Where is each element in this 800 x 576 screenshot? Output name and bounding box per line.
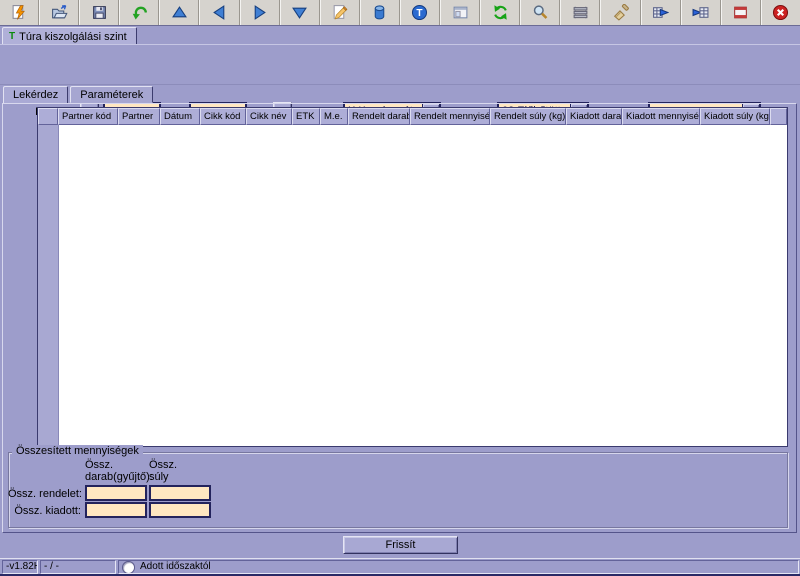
arrow-into-grid-icon [692, 4, 709, 21]
application-window: T T Túra kiszolgálási szint Időszak: < -… [0, 0, 800, 576]
blue-sphere-t-icon: T [411, 4, 428, 21]
arrow-down-icon [291, 4, 308, 21]
database-button[interactable] [360, 0, 400, 25]
filter-panel: Időszak: < - tól - ig > Telephely K Kecs… [0, 44, 800, 85]
edit-button[interactable] [320, 0, 360, 25]
sum-rendelet-darab-field[interactable] [85, 485, 147, 501]
lightning-document-icon [11, 4, 28, 21]
tab-lekerdez[interactable]: Lekérdez [3, 86, 68, 104]
execute-button[interactable] [0, 0, 39, 25]
next-record-button[interactable] [240, 0, 280, 25]
arrow-left-icon [211, 4, 228, 21]
sum-col1-header-2: darab(gyűjtő): [85, 471, 153, 483]
svg-text:T: T [417, 8, 424, 19]
version-panel: -v1.82H [2, 560, 38, 574]
inner-tab-strip: Lekérdez Paraméterek [3, 86, 153, 104]
floppy-disk-icon [91, 4, 108, 21]
grid-rows-button[interactable] [560, 0, 600, 25]
tura-info-button[interactable]: T [400, 0, 440, 25]
dustpan-icon [612, 4, 629, 21]
cleanup-button[interactable] [600, 0, 640, 25]
adott-idoszaktol-label: Adott időszaktól [140, 561, 211, 573]
green-t-icon: T [9, 32, 15, 42]
prior-record-button[interactable] [199, 0, 239, 25]
green-undo-arrow-icon [131, 4, 148, 21]
first-record-button[interactable] [159, 0, 199, 25]
refresh-data-button[interactable] [480, 0, 520, 25]
database-cylinder-icon [371, 4, 388, 21]
grid-header: Partner kódPartnerDátumCikk kódCikk névE… [38, 108, 787, 125]
adott-idoszaktol-radio[interactable] [122, 561, 135, 574]
column-header-11[interactable]: Kiadott darab [566, 108, 622, 125]
save-button[interactable] [79, 0, 119, 25]
tab-parameterek[interactable]: Paraméterek [70, 86, 153, 103]
grid-header-filler [770, 108, 787, 125]
main-tab-strip: T Túra kiszolgálási szint [0, 26, 800, 44]
column-header-9[interactable]: Rendelt mennyiség [410, 108, 490, 125]
rows-icon [572, 4, 589, 21]
sum-kiadott-suly-field[interactable] [149, 502, 211, 518]
column-header-7[interactable]: M.e. [320, 108, 348, 125]
open-button[interactable] [39, 0, 79, 25]
sum-rendelet-suly-field[interactable] [149, 485, 211, 501]
last-record-button[interactable] [280, 0, 320, 25]
undo-button[interactable] [119, 0, 159, 25]
data-grid[interactable]: Partner kódPartnerDátumCikk kódCikk névE… [37, 107, 788, 447]
pencil-icon [331, 4, 348, 21]
arrow-right-icon [251, 4, 268, 21]
main-tab-label: Túra kiszolgálási szint [19, 31, 127, 43]
refresh-arrows-icon [492, 4, 509, 21]
window-layout-button[interactable] [721, 0, 761, 25]
frissit-button[interactable]: Frissít [343, 536, 458, 554]
record-counter-panel: - / - [40, 560, 116, 574]
sum-col1-header-1: Össz. [85, 459, 113, 471]
sum-col2-header-1: Össz. [149, 459, 177, 471]
sum-rendelet-label: Össz. rendelet: [8, 488, 81, 500]
import-grid-button[interactable] [681, 0, 721, 25]
column-header-1[interactable]: Partner kód [58, 108, 118, 125]
open-folder-icon [51, 4, 68, 21]
tab-tura-kiszolgalasi-szint[interactable]: T Túra kiszolgálási szint [2, 27, 137, 45]
search-button[interactable] [520, 0, 560, 25]
sum-kiadott-label: Össz. kiadott: [8, 505, 81, 517]
red-window-icon [732, 4, 749, 21]
column-header-10[interactable]: Rendelt súly (kg) [490, 108, 566, 125]
form-view-button[interactable] [440, 0, 480, 25]
column-header-3[interactable]: Dátum [160, 108, 200, 125]
column-header-12[interactable]: Kiadott mennyiség [622, 108, 700, 125]
column-header-indicator[interactable] [38, 108, 58, 125]
window-icon [452, 4, 469, 21]
sum-kiadott-darab-field[interactable] [85, 502, 147, 518]
red-close-icon [772, 4, 789, 21]
exit-button[interactable] [761, 0, 800, 25]
column-header-13[interactable]: Kiadott súly (kg) [700, 108, 770, 125]
magnifier-icon [532, 4, 549, 21]
column-header-5[interactable]: Cikk név [246, 108, 292, 125]
grid-indicator-column [38, 125, 59, 446]
column-header-4[interactable]: Cikk kód [200, 108, 246, 125]
column-header-8[interactable]: Rendelt darab [348, 108, 410, 125]
sum-col2-header-2: súly [149, 471, 169, 483]
grid-arrow-out-icon [652, 4, 669, 21]
summary-groupbox-title: Összesített mennyiségek [12, 445, 143, 457]
toolbar: T [0, 0, 800, 26]
column-header-6[interactable]: ETK [292, 108, 320, 125]
arrow-up-icon [171, 4, 188, 21]
column-header-2[interactable]: Partner [118, 108, 160, 125]
export-grid-button[interactable] [641, 0, 681, 25]
status-bar: -v1.82H - / - Adott időszaktól [0, 558, 800, 574]
period-mode-panel: Adott időszaktól [118, 560, 799, 574]
